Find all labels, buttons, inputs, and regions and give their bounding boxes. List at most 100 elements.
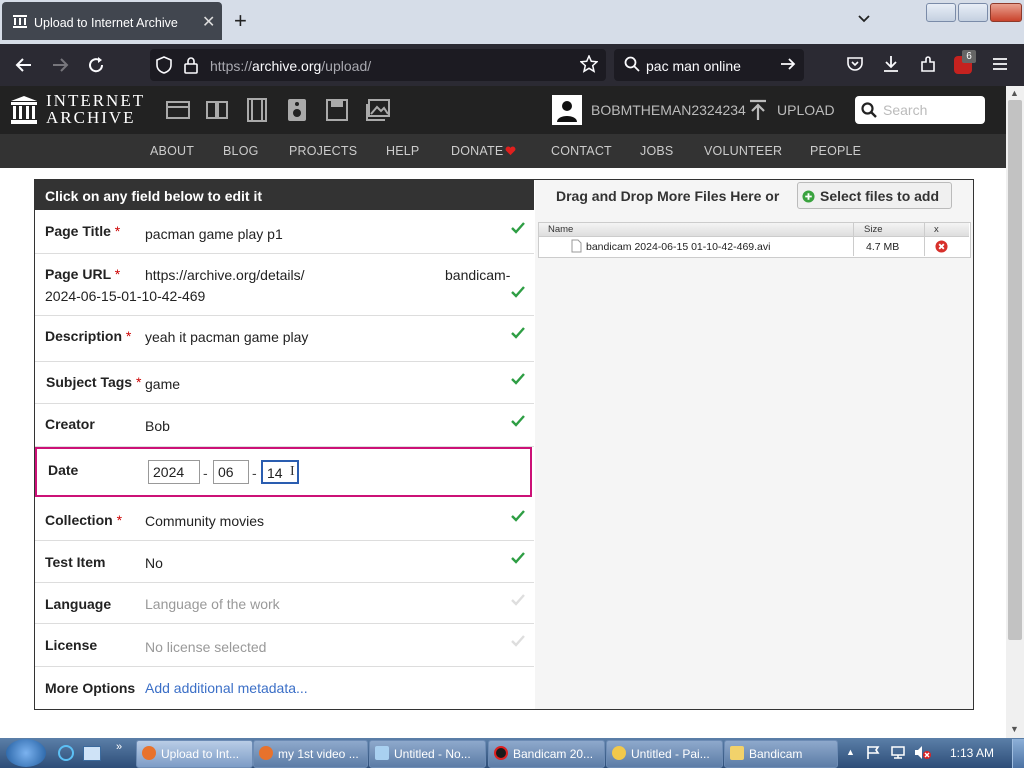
nav-volunteer[interactable]: VOLUNTEER — [704, 144, 782, 158]
nav-jobs[interactable]: JOBS — [640, 144, 673, 158]
tab-list-chevron-icon[interactable] — [856, 10, 872, 26]
field-row-page-url[interactable]: Page URL * https://archive.org/details/ … — [35, 254, 534, 316]
show-desktop-icon[interactable] — [83, 746, 101, 761]
date-year-input[interactable]: 2024 — [148, 460, 200, 484]
upload-icon[interactable] — [748, 99, 768, 121]
lock-icon[interactable] — [184, 56, 198, 74]
nav-about[interactable]: ABOUT — [150, 144, 194, 158]
reload-icon[interactable] — [86, 55, 106, 75]
taskbar-item-bandicam-folder[interactable]: Bandicam — [724, 740, 838, 768]
field-row-collection[interactable]: Collection * Community movies — [35, 499, 534, 541]
nav-projects[interactable]: PROJECTS — [289, 144, 357, 158]
taskbar-item-bandicam[interactable]: Bandicam 20... — [488, 740, 605, 768]
upload-link[interactable]: UPLOAD — [777, 102, 835, 118]
window-close-button[interactable] — [990, 3, 1022, 22]
images-icon[interactable] — [365, 98, 391, 122]
network-icon[interactable] — [890, 745, 906, 760]
column-name[interactable]: Name — [548, 224, 573, 235]
field-row-creator[interactable]: Creator Bob — [35, 404, 534, 447]
ia-logo-icon[interactable] — [9, 95, 39, 125]
taskbar-item-notepad[interactable]: Untitled - No... — [369, 740, 486, 768]
date-month-input[interactable]: 06 — [213, 460, 249, 484]
page-url-id-part2[interactable]: 2024-06-15-01-10-42-469 — [45, 288, 205, 304]
back-arrow-icon[interactable] — [14, 56, 34, 74]
taskbar-item-firefox-video[interactable]: my 1st video ... — [253, 740, 368, 768]
nav-people[interactable]: PEOPLE — [810, 144, 861, 158]
software-icon[interactable] — [325, 98, 349, 122]
extensions-icon[interactable] — [918, 54, 938, 74]
field-row-language[interactable]: Language Language of the work — [35, 583, 534, 624]
scroll-up-icon[interactable]: ▲ — [1010, 88, 1019, 98]
action-center-flag-icon[interactable] — [866, 745, 880, 760]
page-url-label: Page URL * — [45, 266, 121, 282]
window-minimize-button[interactable] — [926, 3, 956, 22]
scroll-down-icon[interactable]: ▼ — [1010, 724, 1019, 734]
collection-value[interactable]: Community movies — [145, 513, 264, 529]
check-icon — [511, 373, 525, 385]
menu-hamburger-icon[interactable] — [992, 57, 1008, 71]
add-metadata-link[interactable]: Add additional metadata... — [145, 680, 308, 696]
nav-help[interactable]: HELP — [386, 144, 419, 158]
taskbar-item-firefox-upload[interactable]: Upload to Int... — [136, 740, 253, 768]
field-row-test-item[interactable]: Test Item No — [35, 541, 534, 583]
start-button[interactable] — [6, 739, 46, 767]
ia-search-placeholder: Search — [883, 102, 928, 118]
column-divider — [924, 223, 925, 256]
taskbar-clock[interactable]: 1:13 AM — [950, 746, 994, 760]
video-icon[interactable] — [245, 98, 269, 122]
ia-logo-text[interactable]: INTERNET ARCHIVE — [46, 92, 145, 126]
search-go-arrow-icon[interactable] — [780, 57, 796, 71]
page-title-value[interactable]: pacman game play p1 — [145, 226, 283, 242]
date-separator: - — [252, 465, 257, 481]
username-link[interactable]: BOBMTHEMAN2324234 — [591, 102, 746, 118]
downloads-icon[interactable] — [882, 54, 900, 74]
field-row-license[interactable]: License No license selected — [35, 624, 534, 667]
pocket-icon[interactable] — [846, 55, 864, 73]
test-item-value[interactable]: No — [145, 555, 163, 571]
check-icon-inactive — [511, 635, 525, 647]
description-value[interactable]: yeah it pacman game play — [145, 329, 308, 345]
browser-tab-active[interactable]: Upload to Internet Archive ✕ — [2, 2, 222, 40]
drag-drop-text: Drag and Drop More Files Here or — [556, 188, 780, 204]
forward-arrow-icon[interactable] — [50, 56, 70, 74]
column-remove[interactable]: x — [934, 224, 939, 235]
date-separator: - — [203, 465, 208, 481]
tab-close-icon[interactable]: ✕ — [202, 12, 215, 32]
nav-blog[interactable]: BLOG — [223, 144, 259, 158]
show-desktop-button[interactable] — [1012, 739, 1024, 768]
page-scrollbar-thumb[interactable] — [1008, 100, 1022, 640]
volume-muted-icon[interactable] — [914, 745, 932, 760]
field-row-page-title[interactable]: Page Title * pacman game play p1 — [35, 211, 534, 254]
avatar[interactable] — [552, 95, 582, 125]
page-url-id-part1[interactable]: bandicam- — [445, 267, 510, 283]
quick-launch-chevron-icon[interactable]: » — [116, 741, 122, 753]
new-tab-icon[interactable]: + — [234, 8, 247, 34]
creator-label: Creator — [45, 416, 95, 432]
file-row-name[interactable]: bandicam 2024-06-15 01-10-42-469.avi — [586, 241, 770, 253]
folder-icon — [730, 746, 744, 760]
ie-icon[interactable] — [58, 745, 74, 761]
language-placeholder[interactable]: Language of the work — [145, 596, 280, 612]
tray-expand-icon[interactable]: ▲ — [846, 747, 855, 757]
subject-tags-value[interactable]: game — [145, 376, 180, 392]
shield-icon[interactable] — [156, 56, 172, 74]
bookmark-star-icon[interactable] — [580, 55, 598, 73]
nav-donate[interactable]: DONATE — [451, 144, 503, 158]
license-label: License — [45, 637, 98, 653]
web-archive-icon[interactable] — [166, 99, 190, 121]
user-silhouette-icon — [557, 101, 577, 122]
taskbar-item-paint[interactable]: Untitled - Pai... — [606, 740, 723, 768]
field-row-description[interactable]: Description * yeah it pacman game play — [35, 316, 534, 362]
column-size[interactable]: Size — [864, 224, 882, 235]
remove-file-icon[interactable] — [935, 240, 948, 253]
nav-contact[interactable]: CONTACT — [551, 144, 612, 158]
audio-icon[interactable] — [286, 98, 308, 122]
test-item-label: Test Item — [45, 554, 106, 570]
texts-icon[interactable] — [205, 99, 229, 121]
window-restore-button[interactable] — [958, 3, 988, 22]
description-label: Description * — [45, 328, 132, 344]
field-row-subject-tags[interactable]: Subject Tags * game — [35, 362, 534, 404]
text-cursor-icon: I — [290, 464, 295, 479]
license-placeholder[interactable]: No license selected — [145, 639, 266, 655]
creator-value[interactable]: Bob — [145, 418, 170, 434]
